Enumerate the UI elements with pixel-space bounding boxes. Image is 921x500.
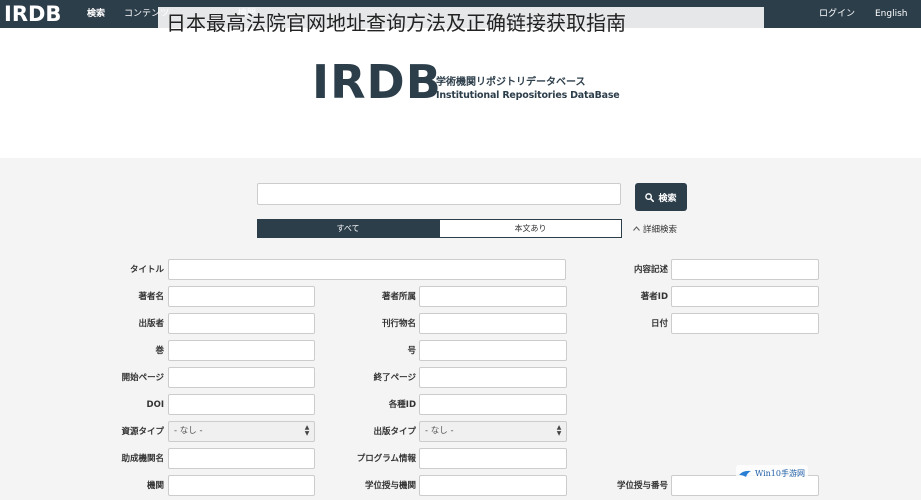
chevron-up-icon — [633, 224, 640, 234]
label-description: 内容記述 — [633, 265, 668, 275]
watermark-text: Win10手游网 — [755, 468, 805, 478]
label-end-page: 終了ページ — [373, 373, 416, 383]
doi-input[interactable] — [168, 394, 315, 415]
search-input[interactable] — [257, 183, 621, 205]
date-input[interactable] — [671, 313, 819, 334]
label-issue: 号 — [407, 346, 416, 356]
watermark: Win10手游网 — [736, 465, 808, 481]
bird-logo-icon — [738, 464, 752, 483]
nav-search[interactable]: 検索 — [87, 8, 105, 20]
resource-type-value: - なし - — [174, 426, 203, 436]
label-date: 日付 — [650, 319, 668, 329]
publisher-input[interactable] — [168, 313, 315, 334]
tab-all[interactable]: すべて — [257, 219, 439, 238]
search-button-label: 検索 — [658, 193, 677, 204]
publication-type-select[interactable]: - なし - ▲ ▼ — [419, 421, 567, 442]
funder-input[interactable] — [168, 448, 315, 469]
label-affiliation: 著者所属 — [381, 292, 416, 302]
search-button[interactable]: 検索 — [635, 183, 687, 211]
program-info-input[interactable] — [419, 448, 567, 469]
select-arrows-icon: ▲ ▼ — [556, 424, 562, 437]
select-arrows-icon: ▲ ▼ — [304, 424, 310, 437]
label-title: タイトル — [129, 265, 164, 275]
advanced-search-link[interactable]: 詳細検索 — [633, 223, 677, 235]
label-degree-grantor: 学位授与機関 — [364, 481, 416, 491]
label-publisher: 出版者 — [138, 319, 164, 329]
resource-type-select[interactable]: - なし - ▲ ▼ — [168, 421, 315, 442]
label-various-id: 各種ID — [388, 400, 416, 410]
label-start-page: 開始ページ — [121, 373, 164, 383]
label-resource-type: 資源タイプ — [121, 427, 164, 437]
various-id-input[interactable] — [419, 394, 567, 415]
label-degree-number: 学位授与番号 — [616, 481, 668, 491]
description-input[interactable] — [671, 259, 819, 280]
irdb-logo: IRDB — [312, 55, 442, 109]
advanced-search-label: 詳細検索 — [643, 225, 678, 235]
label-funder: 助成機関名 — [121, 454, 164, 464]
label-volume: 巻 — [155, 346, 164, 356]
overlay-caption: 日本最高法院官网地址查询方法及正确链接获取指南 — [158, 7, 764, 39]
label-program-info: プログラム情報 — [356, 454, 416, 464]
affiliation-input[interactable] — [419, 286, 567, 307]
label-doi: DOI — [146, 400, 164, 410]
logo-japanese-subtitle: 学術機関リポジトリデータベース — [436, 77, 586, 88]
label-author: 著者名 — [138, 292, 164, 302]
label-publication-type: 出版タイプ — [373, 427, 416, 437]
tab-fulltext[interactable]: 本文あり — [439, 219, 622, 238]
login-link[interactable]: ログイン — [819, 8, 855, 20]
end-page-input[interactable] — [419, 367, 567, 388]
english-link[interactable]: English — [875, 8, 908, 20]
label-journal: 刊行物名 — [381, 319, 416, 329]
search-icon — [645, 192, 655, 202]
publication-type-value: - なし - — [425, 426, 454, 436]
institution-input[interactable] — [168, 475, 315, 496]
author-id-input[interactable] — [671, 286, 819, 307]
label-institution: 機関 — [146, 481, 164, 491]
issue-input[interactable] — [419, 340, 567, 361]
author-input[interactable] — [168, 286, 315, 307]
start-page-input[interactable] — [168, 367, 315, 388]
logo-english-subtitle: Institutional Repositories DataBase — [436, 90, 620, 101]
title-input[interactable] — [168, 259, 566, 280]
degree-grantor-input[interactable] — [419, 475, 567, 496]
label-author-id: 著者ID — [640, 292, 668, 302]
brand-logo[interactable]: IRDB — [4, 1, 61, 27]
volume-input[interactable] — [168, 340, 315, 361]
journal-input[interactable] — [419, 313, 567, 334]
